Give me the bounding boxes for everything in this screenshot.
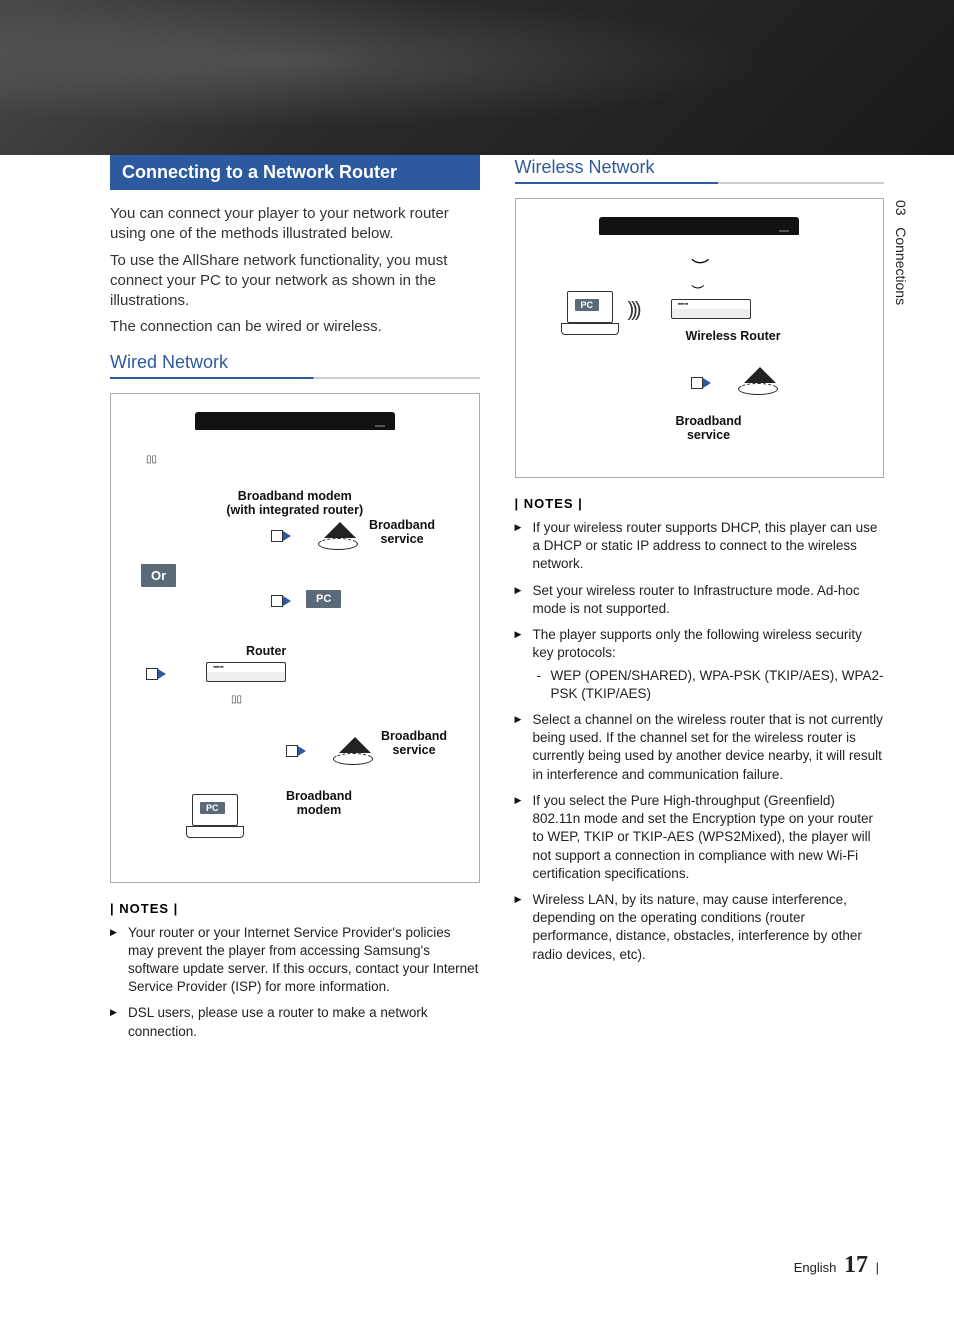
note-item: Your router or your Internet Service Pro… — [110, 924, 480, 997]
note-item: DSL users, please use a router to make a… — [110, 1004, 480, 1040]
laptop-icon: PC — [186, 794, 242, 841]
wireless-diagram: ︶︶ PC ))) Wireless Router Broadband serv… — [515, 198, 885, 478]
footer-bar: | — [876, 1260, 879, 1275]
net-arrow-icon-5 — [691, 374, 711, 392]
right-column: Wireless Network ︶︶ PC ))) Wireless Rout… — [515, 155, 885, 1049]
intro-p2: To use the AllShare network functionalit… — [110, 251, 480, 312]
net-arrow-icon-2 — [271, 594, 291, 609]
intro-p1: You can connect your player to your netw… — [110, 204, 480, 245]
player-icon — [195, 412, 395, 430]
lan-connector-icon-2: ▯▯ — [231, 694, 242, 705]
router-label: Router — [246, 644, 286, 658]
router-icon — [206, 662, 286, 685]
broadband-service-label-1: Broadband service — [369, 518, 435, 546]
wired-diagram: ▯▯ Broadband modem (with integrated rout… — [110, 393, 480, 883]
broadband-modem-label: Broadband modem — [286, 789, 352, 817]
net-arrow-icon-3 — [146, 667, 166, 682]
note-item: The player supports only the following w… — [515, 626, 885, 703]
page-footer: English 17 | — [794, 1252, 879, 1279]
wifi-waves-icon: ))) — [628, 299, 639, 322]
note-item: Select a channel on the wireless router … — [515, 711, 885, 784]
net-arrow-icon-4 — [286, 744, 306, 759]
broadband-service-label-2: Broadband service — [381, 729, 447, 757]
wireless-router-label: Wireless Router — [686, 329, 781, 343]
wired-heading: Wired Network — [110, 352, 480, 373]
broadband-service-label-3: Broadband service — [676, 414, 742, 442]
intro-p3: The connection can be wired or wireless. — [110, 317, 480, 337]
broadband-modem-integrated-label: Broadband modem (with integrated router) — [111, 489, 479, 517]
note-item: If you select the Pure High-throughput (… — [515, 792, 885, 883]
wired-notes-list: Your router or your Internet Service Pro… — [110, 924, 480, 1041]
wired-notes-header: | NOTES | — [110, 901, 480, 916]
note-item: If your wireless router supports DHCP, t… — [515, 519, 885, 574]
wireless-notes-header: | NOTES | — [515, 496, 885, 511]
laptop-icon-2: PC — [561, 291, 617, 340]
protocol-sub-item: WEP (OPEN/SHARED), WPA-PSK (TKIP/AES), W… — [533, 667, 885, 703]
lan-connector-icon: ▯▯ — [146, 454, 157, 465]
page-number: 17 — [844, 1252, 868, 1278]
player-icon-2 — [599, 217, 799, 235]
net-arrow-icon — [271, 529, 291, 544]
footer-lang: English — [794, 1260, 837, 1275]
left-column: Connecting to a Network Router You can c… — [110, 155, 480, 1049]
or-box: Or — [141, 564, 176, 587]
wireless-heading: Wireless Network — [515, 157, 885, 178]
wifi-signal-icon: ︶︶ — [691, 254, 707, 301]
internet-icon — [306, 522, 356, 555]
section-header: Connecting to a Network Router — [110, 155, 480, 190]
internet-icon-2 — [321, 737, 371, 770]
note-item: Wireless LAN, by its nature, may cause i… — [515, 891, 885, 964]
router-icon-2 — [671, 299, 751, 324]
note-item: Set your wireless router to Infrastructu… — [515, 582, 885, 618]
wireless-notes-list: If your wireless router supports DHCP, t… — [515, 519, 885, 964]
internet-icon-3 — [726, 367, 776, 402]
wireless-underline — [515, 182, 885, 184]
pc-box-1: PC — [306, 590, 341, 608]
wired-underline — [110, 377, 480, 379]
